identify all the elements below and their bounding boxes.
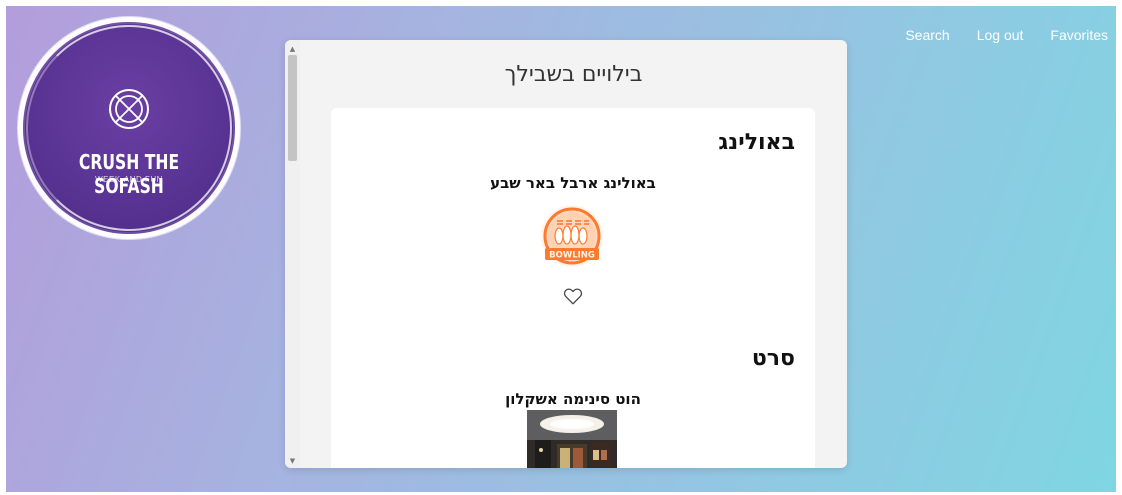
panel-scrollbar[interactable]: ▲ ▼	[285, 40, 300, 468]
activities-panel: ▲ ▼ בילויים בשבילך באולינג באולינג ארבל …	[285, 40, 847, 468]
page-background: Search Log out Favorites CRUSH THE SOFAS…	[6, 6, 1116, 492]
place-name-cinema[interactable]: הוט סינימה אשקלון	[331, 390, 815, 408]
logo-subtitle: WEEK-AND FUN	[95, 175, 163, 184]
nav-logout-link[interactable]: Log out	[977, 27, 1024, 43]
bowling-neon-icon[interactable]: BOWLING	[533, 200, 611, 278]
bowling-image-label: BOWLING	[549, 251, 595, 261]
activities-list: באולינג באולינג ארבל באר שבע BOWLING סרט…	[331, 108, 815, 468]
panel-title: בילויים בשבילך	[504, 62, 643, 87]
top-nav: Search Log out Favorites	[905, 27, 1108, 43]
logo-title: CRUSH THE SOFASH	[78, 150, 180, 198]
place-name-bowling[interactable]: באולינג ארבל באר שבע	[331, 174, 815, 192]
category-heading-bowling: באולינג	[718, 130, 795, 155]
heart-outline-icon[interactable]	[562, 285, 584, 307]
globe-icon	[109, 89, 149, 129]
nav-search-link[interactable]: Search	[905, 27, 949, 43]
cinema-photo[interactable]	[527, 410, 617, 468]
scroll-down-arrow-icon[interactable]: ▼	[285, 454, 300, 468]
site-logo[interactable]: CRUSH THE SOFASH WEEK-AND FUN	[18, 17, 240, 239]
category-heading-movie: סרט	[751, 346, 795, 371]
scroll-thumb[interactable]	[288, 55, 297, 161]
nav-favorites-link[interactable]: Favorites	[1050, 27, 1108, 43]
scroll-up-arrow-icon[interactable]: ▲	[285, 42, 300, 56]
